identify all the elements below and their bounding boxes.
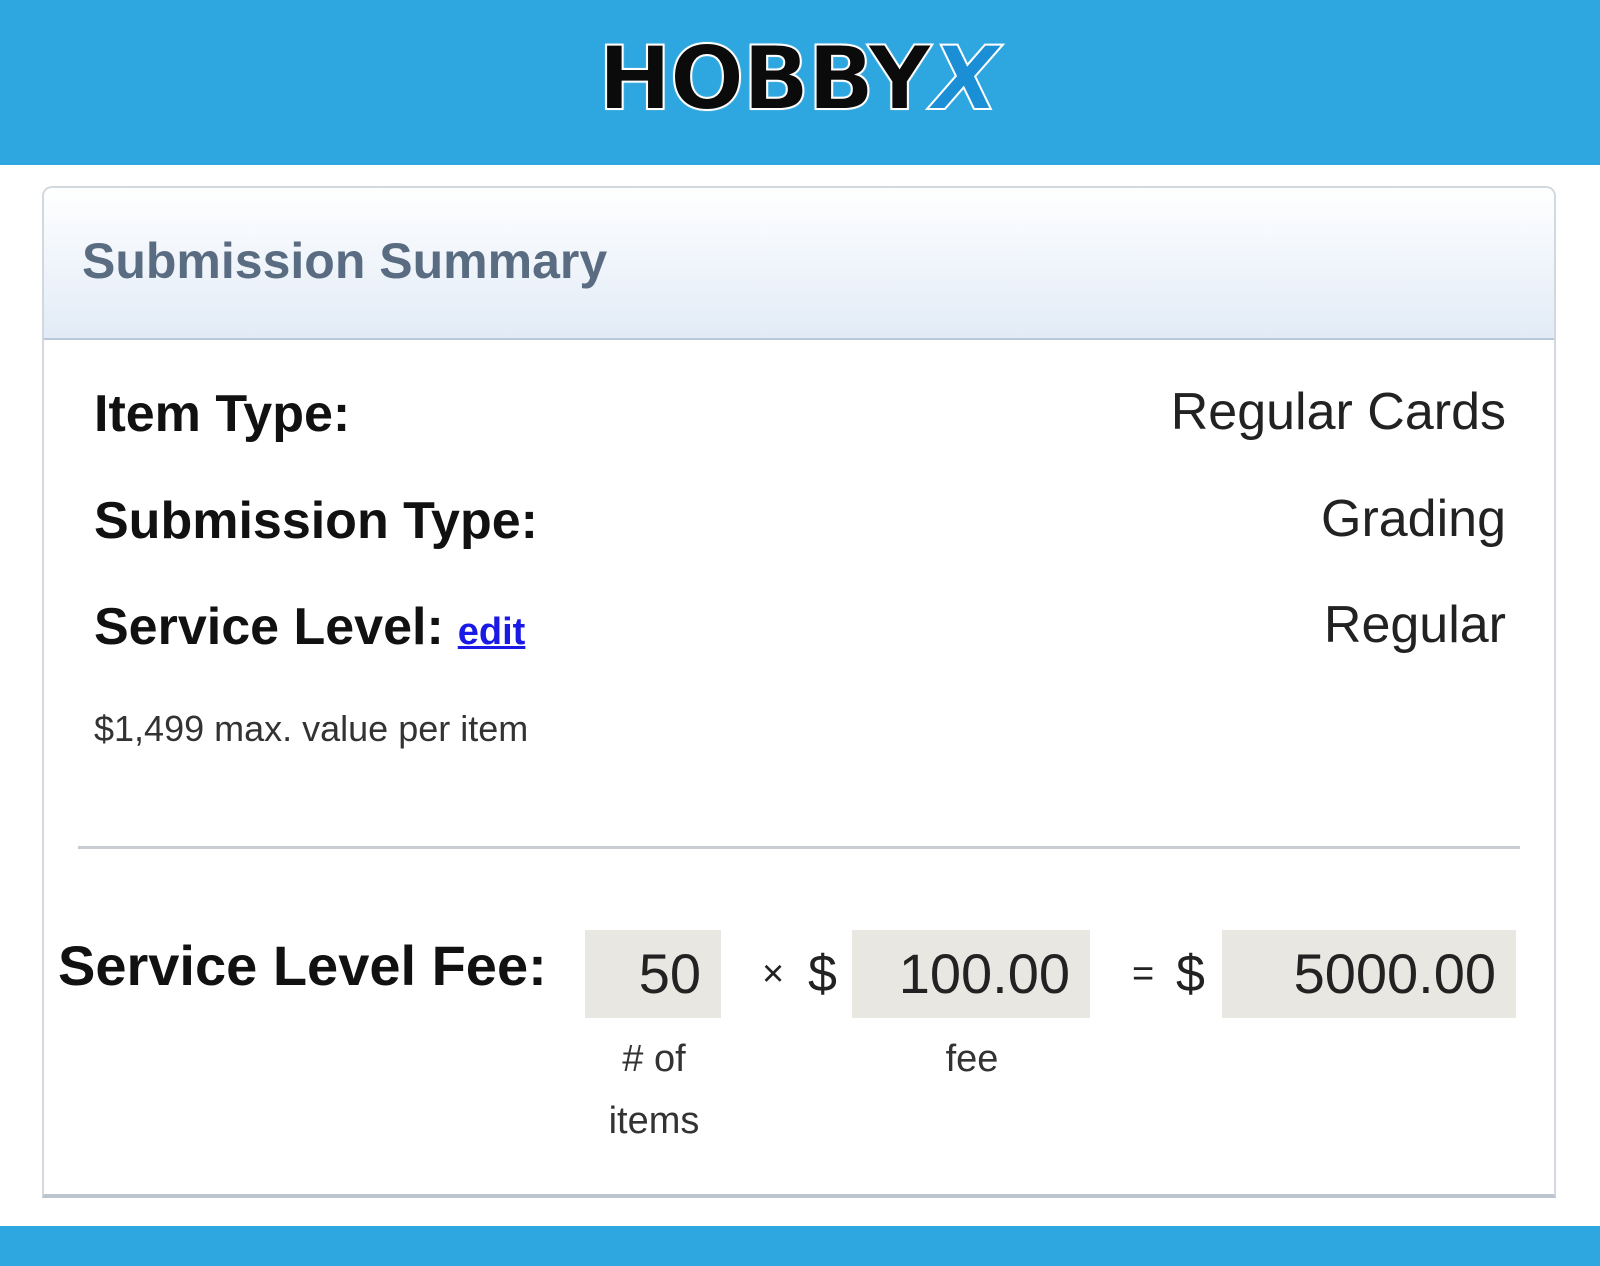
hobbyx-logo[interactable]: HOBBY X <box>597 27 1001 130</box>
max-value-note: $1,499 max. value per item <box>94 708 529 749</box>
item-count-caption-line1: # of <box>622 1038 686 1080</box>
submission-type-label: Submission Type: <box>94 492 538 550</box>
panel-title: Submission Summary <box>82 233 608 289</box>
item-count-caption: # of items <box>584 1028 724 1152</box>
unit-fee-field: 100.00 <box>852 930 1090 1018</box>
section-divider <box>78 846 1520 849</box>
total-currency-symbol: $ <box>1176 945 1205 1003</box>
item-count-caption-line2: items <box>608 1100 700 1142</box>
submission-summary-panel: Submission Summary Item Type: Regular Ca… <box>42 186 1556 1198</box>
item-type-label: Item Type: <box>94 385 351 443</box>
footer-bar <box>0 1226 1600 1266</box>
service-level-fee-label: Service Level Fee: <box>58 934 547 997</box>
multiply-sign: × <box>762 953 785 995</box>
service-level-value: Regular <box>1323 596 1506 654</box>
item-type-value: Regular Cards <box>1170 383 1506 441</box>
submission-type-value: Grading <box>1321 490 1506 548</box>
logo-x-mark: X <box>931 27 1001 130</box>
panel-header: Submission Summary <box>44 188 1554 340</box>
edit-service-level-link[interactable]: edit <box>458 611 526 653</box>
logo-text: HOBBY <box>597 27 933 130</box>
total-fee-field: 5000.00 <box>1222 930 1516 1018</box>
service-level-label: Service Level: <box>94 598 444 656</box>
service-level-row: Service Level: edit <box>94 597 525 657</box>
header-bar: HOBBY X <box>0 0 1600 165</box>
unit-fee-caption: fee <box>945 1038 999 1080</box>
fee-currency-symbol: $ <box>808 945 837 1003</box>
item-count-field: 50 <box>585 930 721 1018</box>
equals-sign: = <box>1132 953 1155 995</box>
